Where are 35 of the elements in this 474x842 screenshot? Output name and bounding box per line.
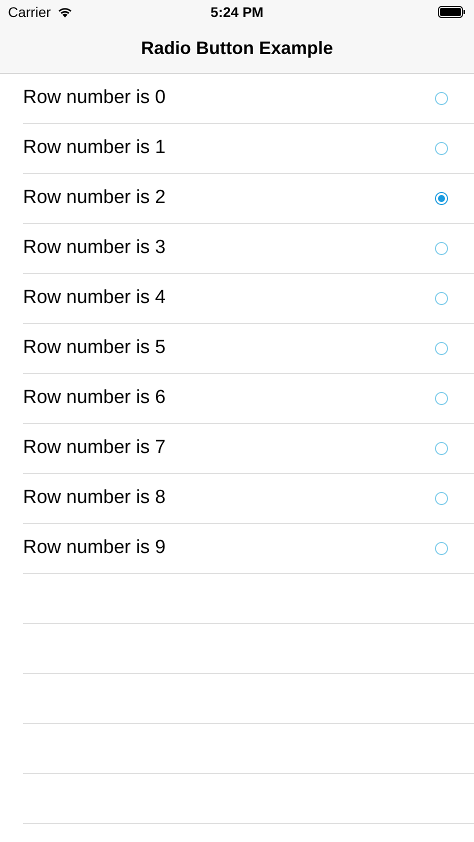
wifi-icon bbox=[56, 6, 73, 18]
radio-button[interactable] bbox=[435, 92, 448, 105]
list-row[interactable]: Row number is 0 bbox=[23, 74, 474, 124]
row-label: Row number is 3 bbox=[23, 236, 166, 260]
radio-button[interactable] bbox=[435, 142, 448, 155]
carrier-label: Carrier bbox=[8, 2, 51, 22]
radio-button[interactable] bbox=[435, 392, 448, 405]
row-label: Row number is 6 bbox=[23, 386, 166, 410]
row-label: Row number is 5 bbox=[23, 336, 166, 360]
list-row[interactable]: Row number is 3 bbox=[23, 224, 474, 274]
radio-button[interactable] bbox=[435, 342, 448, 355]
radio-button[interactable] bbox=[435, 492, 448, 505]
list-row[interactable]: Row number is 5 bbox=[23, 324, 474, 374]
list-row[interactable]: Row number is 2 bbox=[23, 174, 474, 224]
row-label: Row number is 1 bbox=[23, 136, 166, 160]
row-label: Row number is 9 bbox=[23, 536, 166, 560]
row-label: Row number is 7 bbox=[23, 436, 166, 460]
radio-button[interactable] bbox=[435, 292, 448, 305]
list-row[interactable]: Row number is 9 bbox=[23, 524, 474, 574]
radio-button[interactable] bbox=[435, 442, 448, 455]
radio-button[interactable] bbox=[435, 542, 448, 555]
row-label: Row number is 2 bbox=[23, 186, 166, 210]
battery-icon bbox=[438, 6, 466, 18]
screen-title: Radio Button Example bbox=[140, 37, 333, 60]
list-row[interactable]: Row number is 4 bbox=[23, 274, 474, 324]
list-row[interactable]: Row number is 1 bbox=[23, 124, 474, 174]
radio-button[interactable] bbox=[435, 242, 448, 255]
list-row[interactable]: Row number is 8 bbox=[23, 474, 474, 524]
row-label: Row number is 4 bbox=[23, 286, 166, 310]
row-label: Row number is 8 bbox=[23, 486, 166, 510]
row-label: Row number is 0 bbox=[23, 86, 166, 110]
radio-button[interactable] bbox=[435, 192, 448, 205]
clock-label: 5:24 PM bbox=[210, 2, 264, 22]
list-row[interactable]: Row number is 7 bbox=[23, 424, 474, 474]
list-row[interactable]: Row number is 6 bbox=[23, 374, 474, 424]
